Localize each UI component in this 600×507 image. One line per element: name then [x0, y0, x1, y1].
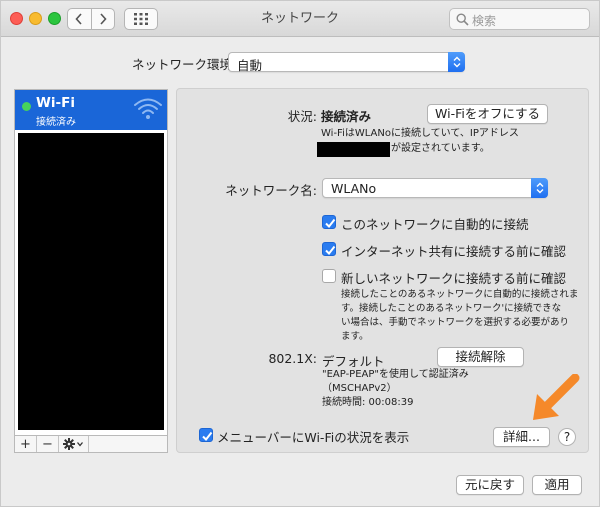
- apply-button[interactable]: 適用: [532, 475, 582, 495]
- popup-arrows-icon: [531, 178, 548, 198]
- advanced-button[interactable]: 詳細...: [493, 427, 550, 447]
- service-list-toolbar: + −: [14, 435, 168, 453]
- add-service-button[interactable]: +: [15, 436, 37, 452]
- location-value: 自動: [237, 58, 263, 73]
- gear-icon: [62, 438, 83, 450]
- help-line-2: す。接続したことのあるネットワーク'に接続できな: [341, 303, 562, 314]
- search-field[interactable]: 検索: [449, 8, 590, 30]
- help-line-3: い場合は、手動でネットワークを選択する必要があり: [341, 317, 570, 328]
- service-list: Wi-Fi 接続済み: [14, 89, 168, 436]
- show-in-menubar-label: メニューバーにWi-Fiの状況を表示: [217, 430, 410, 445]
- revert-button[interactable]: 元に戻す: [456, 475, 524, 495]
- annotation-arrow-icon: [533, 374, 580, 420]
- turn-wifi-off-button[interactable]: Wi-Fiをオフにする: [427, 104, 548, 124]
- status-label: 状況:: [287, 109, 317, 124]
- show-in-menubar-checkbox[interactable]: [199, 428, 213, 442]
- ask-hotspot-checkbox[interactable]: [322, 242, 336, 256]
- service-item-wifi[interactable]: Wi-Fi 接続済み: [15, 90, 167, 130]
- dot1x-info-line1: "EAP-PEAP"を使用して認証済み: [322, 369, 469, 380]
- checkmark-icon: [202, 431, 213, 442]
- dot1x-info-line2: （MSCHAPv2）: [322, 383, 397, 394]
- help-button[interactable]: ?: [558, 428, 576, 446]
- checkmark-icon: [325, 218, 336, 229]
- connected-status-dot: [22, 102, 31, 111]
- network-name-label: ネットワーク名:: [225, 183, 317, 198]
- disconnect-button[interactable]: 接続解除: [437, 347, 524, 367]
- ask-new-network-help: 接続したことのあるネットワークに自動的に接続されま す。接続したことのあるネット…: [341, 288, 578, 344]
- ask-new-network-label: 新しいネットワークに接続する前に確認: [341, 271, 567, 286]
- redacted-ip-address: [317, 142, 390, 157]
- popup-arrows-icon: [448, 52, 465, 72]
- network-preferences-window: ネットワーク 検索 ネットワーク環境: 自動 Wi-Fi 接続済み + − 状況…: [0, 0, 600, 507]
- redacted-area: [18, 133, 164, 430]
- auto-join-label: このネットワークに自動的に接続: [341, 217, 529, 232]
- status-description-line1: Wi-FiはWLANoに接続していて、IPアドレス: [321, 128, 519, 139]
- auto-join-checkbox[interactable]: [322, 215, 336, 229]
- status-description-line2: が設定されています。: [391, 143, 490, 154]
- title-bar: ネットワーク 検索: [1, 1, 599, 37]
- help-line-4: ます。: [341, 331, 369, 342]
- help-line-1: 接続したことのあるネットワークに自動的に接続されま: [341, 289, 579, 300]
- search-icon: [456, 13, 469, 26]
- wifi-icon: [134, 98, 162, 119]
- network-name-popup[interactable]: WLANo: [322, 178, 548, 198]
- network-name-value: WLANo: [331, 181, 377, 196]
- dot1x-info-line3: 接続時間: 00:08:39: [322, 397, 414, 408]
- search-placeholder: 検索: [472, 14, 497, 28]
- dot1x-label: 802.1X:: [268, 351, 317, 366]
- service-status: 接続済み: [36, 117, 76, 128]
- action-menu-button[interactable]: [59, 436, 89, 452]
- checkmark-icon: [325, 245, 336, 256]
- service-name: Wi-Fi: [36, 95, 75, 111]
- location-popup[interactable]: 自動: [228, 52, 465, 73]
- ask-new-network-checkbox[interactable]: [322, 269, 336, 283]
- location-label: ネットワーク環境:: [132, 57, 237, 72]
- ask-hotspot-label: インターネット共有に接続する前に確認: [341, 244, 567, 259]
- remove-service-button[interactable]: −: [37, 436, 59, 452]
- status-value: 接続済み: [321, 109, 372, 124]
